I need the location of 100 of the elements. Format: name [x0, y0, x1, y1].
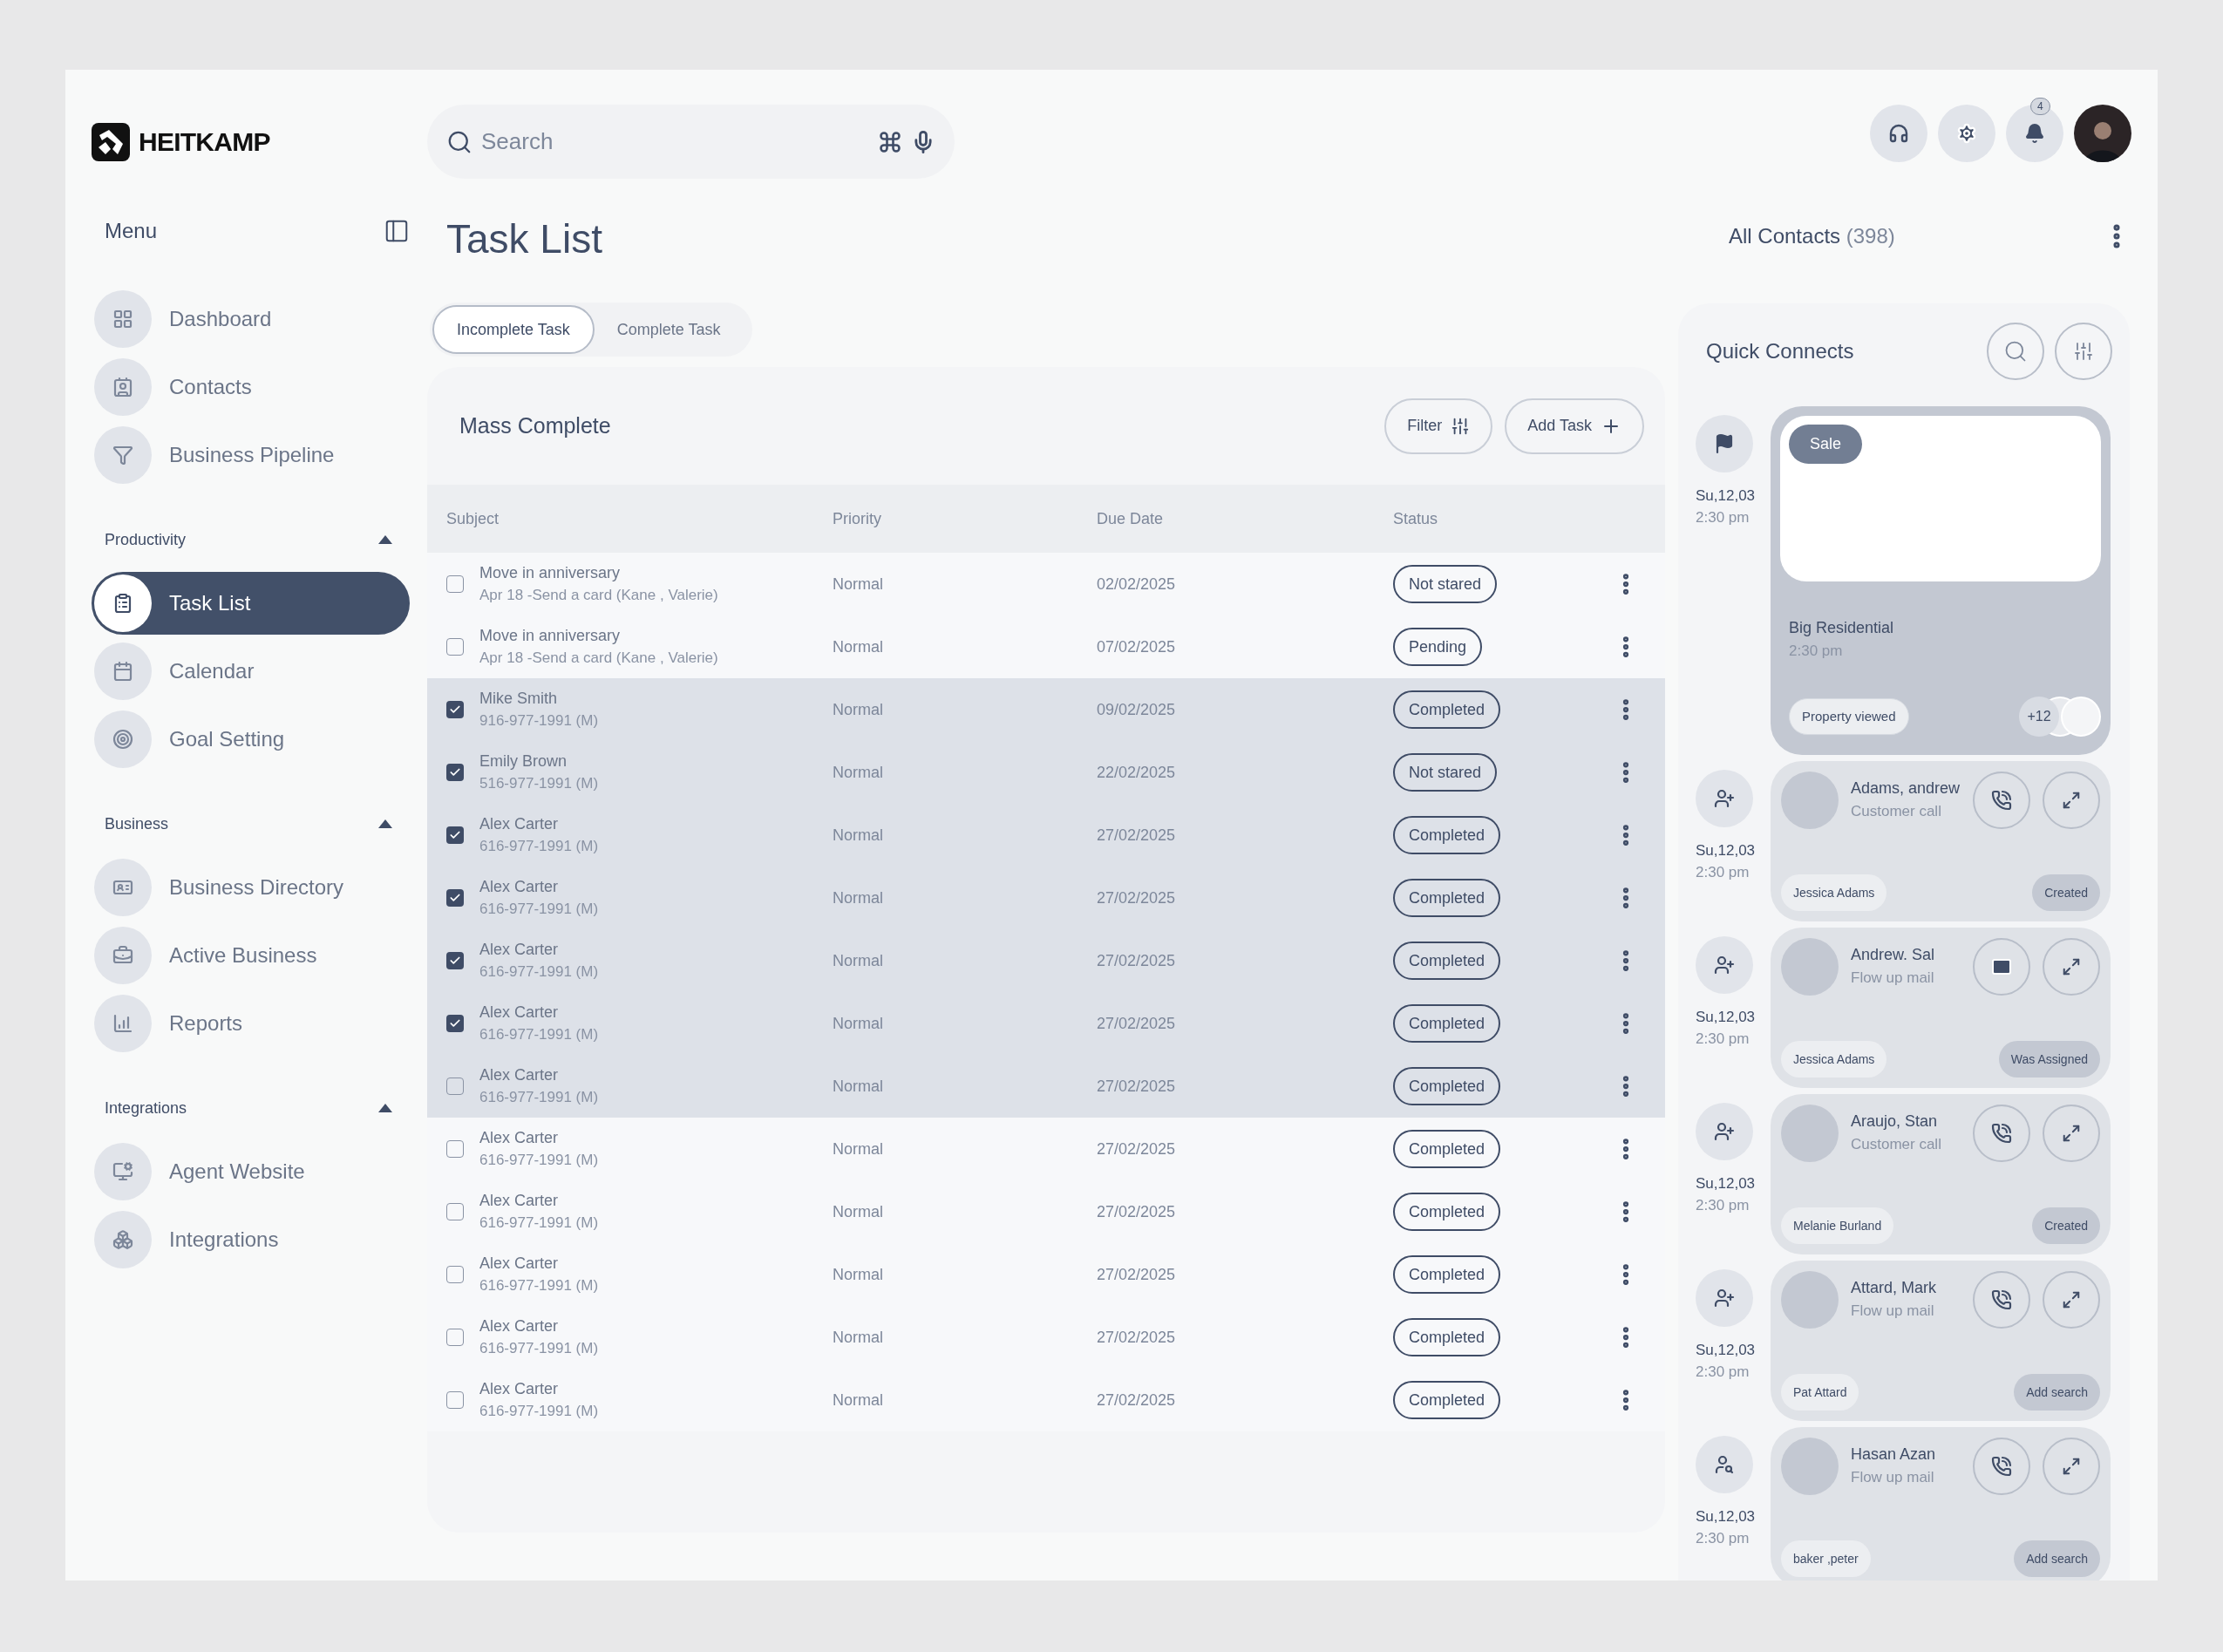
- row-checkbox[interactable]: [446, 701, 464, 718]
- row-checkbox[interactable]: [446, 1203, 464, 1220]
- row-checkbox[interactable]: [446, 1078, 464, 1095]
- event-time: 2:30 pm: [1696, 1529, 1750, 1549]
- table-row[interactable]: Alex Carter 616-977-1991 (M) Normal 27/02/2025 Completed: [427, 1055, 1665, 1118]
- tab[interactable]: Complete Task: [594, 305, 744, 354]
- filter-settings-button[interactable]: [2055, 322, 2112, 380]
- chart-icon: [112, 1013, 133, 1034]
- contact-name: Andrew. Sal: [1851, 944, 1936, 965]
- nav-item[interactable]: Goal Setting: [92, 708, 410, 771]
- contact-name: Araujo, Stan: [1851, 1111, 1939, 1132]
- collapse-caret-icon[interactable]: [378, 1104, 392, 1112]
- status-chip: Add search: [2014, 1373, 2100, 1411]
- filter-button[interactable]: Filter: [1384, 398, 1493, 454]
- nav-item[interactable]: Contacts: [92, 356, 410, 418]
- nav-item[interactable]: Task List: [92, 572, 410, 635]
- check-icon: [449, 892, 461, 904]
- more-count: +12: [2019, 696, 2059, 737]
- mail-button[interactable]: [1973, 937, 2030, 996]
- row-checkbox[interactable]: [446, 826, 464, 844]
- user-plus-icon: [1714, 1287, 1735, 1309]
- nav-item[interactable]: Active Business: [92, 924, 410, 987]
- row-checkbox[interactable]: [446, 1015, 464, 1032]
- event-time: 2:30 pm: [1696, 863, 1750, 883]
- row-checkbox[interactable]: [446, 575, 464, 593]
- grid-icon: [112, 309, 133, 330]
- table-row[interactable]: Emily Brown 516-977-1991 (M) Normal 22/02/2025 Not stared: [427, 741, 1665, 804]
- task-detail: 616-977-1991 (M): [479, 1339, 599, 1358]
- row-checkbox[interactable]: [446, 1391, 464, 1409]
- clipboard-icon: [112, 593, 133, 614]
- status-badge: Completed: [1393, 942, 1501, 980]
- contact-card[interactable]: Hasan Azan Flow up mail baker ,peter Add search: [1771, 1426, 2111, 1581]
- section-heading: Integrations: [105, 1098, 187, 1118]
- nav-item[interactable]: Dashboard: [92, 288, 410, 350]
- collapse-caret-icon[interactable]: [378, 535, 392, 544]
- quick-connects-title: Quick Connects: [1706, 337, 1854, 364]
- check-icon: [449, 766, 461, 778]
- nav-item[interactable]: Business Pipeline: [92, 424, 410, 486]
- row-checkbox[interactable]: [446, 1266, 464, 1283]
- status-chip: Created: [2032, 1207, 2100, 1244]
- user-plus-icon: [1714, 954, 1735, 976]
- task-subject: Alex Carter: [479, 1254, 560, 1274]
- check-icon: [449, 955, 461, 967]
- row-checkbox[interactable]: [446, 952, 464, 969]
- table-row[interactable]: Mike Smith 916-977-1991 (M) Normal 09/02/2025 Completed: [427, 678, 1665, 741]
- due-date-cell-text: 27/02/2025: [1097, 1264, 1177, 1285]
- event-day: Su,12,03: [1696, 1172, 1756, 1195]
- table-row[interactable]: Alex Carter 616-977-1991 (M) Normal 27/02/2025 Completed: [427, 867, 1665, 929]
- call-button[interactable]: [1973, 1104, 2030, 1162]
- all-contacts-label: All Contacts (398): [1729, 222, 1895, 249]
- nav-item[interactable]: Reports: [92, 992, 410, 1055]
- contact-card[interactable]: Andrew. Sal Flow up mail Jessica Adams Was Assigned: [1771, 927, 2111, 1088]
- user-search-icon: [1714, 1453, 1735, 1475]
- collapse-caret-icon[interactable]: [378, 819, 392, 828]
- sliders-icon: [1451, 416, 1471, 436]
- person-chip: Melanie Burland: [1781, 1207, 1894, 1244]
- task-detail: 616-977-1991 (M): [479, 1276, 599, 1295]
- contact-name: Hasan Azan: [1851, 1444, 1937, 1465]
- task-subject: Alex Carter: [479, 1128, 560, 1148]
- row-checkbox[interactable]: [446, 889, 464, 907]
- contact-card[interactable]: Attard, Mark Flow up mail Pat Attard Add search: [1771, 1260, 2111, 1421]
- status-badge: Completed: [1393, 1255, 1501, 1294]
- contact-activity: Flow up mail: [1851, 1467, 1935, 1487]
- priority-cell-text: Normal: [833, 1201, 884, 1222]
- table-row[interactable]: Alex Carter 616-977-1991 (M) Normal 27/02/2025 Completed: [427, 929, 1665, 992]
- row-checkbox[interactable]: [446, 1140, 464, 1158]
- nav-item[interactable]: Business Directory: [92, 856, 410, 919]
- contact-name: Attard, Mark: [1851, 1277, 1938, 1298]
- search-field[interactable]: Search: [427, 105, 955, 179]
- deal-card[interactable]: Sale Big Residential 2:30 pm Property viewed +12: [1771, 405, 2111, 755]
- user-plus-icon: [1714, 787, 1735, 809]
- row-checkbox[interactable]: [446, 1329, 464, 1346]
- status-badge: Not stared: [1393, 565, 1498, 603]
- due-date-cell-text: 27/02/2025: [1097, 887, 1177, 908]
- nav-item[interactable]: Agent Website: [92, 1140, 410, 1203]
- contact-card[interactable]: Araujo, Stan Customer call Melanie Burland Created: [1771, 1093, 2111, 1254]
- call-button[interactable]: [1973, 1437, 2030, 1495]
- task-detail: 616-977-1991 (M): [479, 1214, 599, 1233]
- priority-cell-text: Normal: [833, 1013, 884, 1034]
- nav-item[interactable]: Calendar: [92, 640, 410, 703]
- nav-item[interactable]: Integrations: [92, 1208, 410, 1271]
- search-input[interactable]: Search: [481, 125, 869, 159]
- command-icon[interactable]: [878, 129, 902, 154]
- table-row[interactable]: Alex Carter 616-977-1991 (M) Normal 27/02/2025 Completed: [427, 992, 1665, 1055]
- call-button[interactable]: [1973, 771, 2030, 829]
- call-button[interactable]: [1973, 1270, 2030, 1329]
- column-header: Priority: [833, 508, 882, 529]
- task-subject: Emily Brown: [479, 751, 568, 772]
- contact-card[interactable]: Adams, andrew Customer call Jessica Adams Created: [1771, 760, 2111, 921]
- row-checkbox[interactable]: [446, 764, 464, 781]
- priority-cell-text: Normal: [833, 636, 884, 657]
- person-chip: Pat Attard: [1781, 1373, 1859, 1411]
- tab[interactable]: Incomplete Task: [432, 305, 595, 354]
- table-row[interactable]: Alex Carter 616-977-1991 (M) Normal 27/02/2025 Completed: [427, 804, 1665, 867]
- person-chip: Jessica Adams: [1781, 1040, 1887, 1078]
- priority-cell-text: Normal: [833, 1139, 884, 1159]
- panel-toggle-icon[interactable]: [384, 218, 410, 244]
- add-task-button[interactable]: Add Task: [1505, 398, 1644, 454]
- status-badge: Completed: [1393, 690, 1501, 729]
- row-checkbox[interactable]: [446, 638, 464, 656]
